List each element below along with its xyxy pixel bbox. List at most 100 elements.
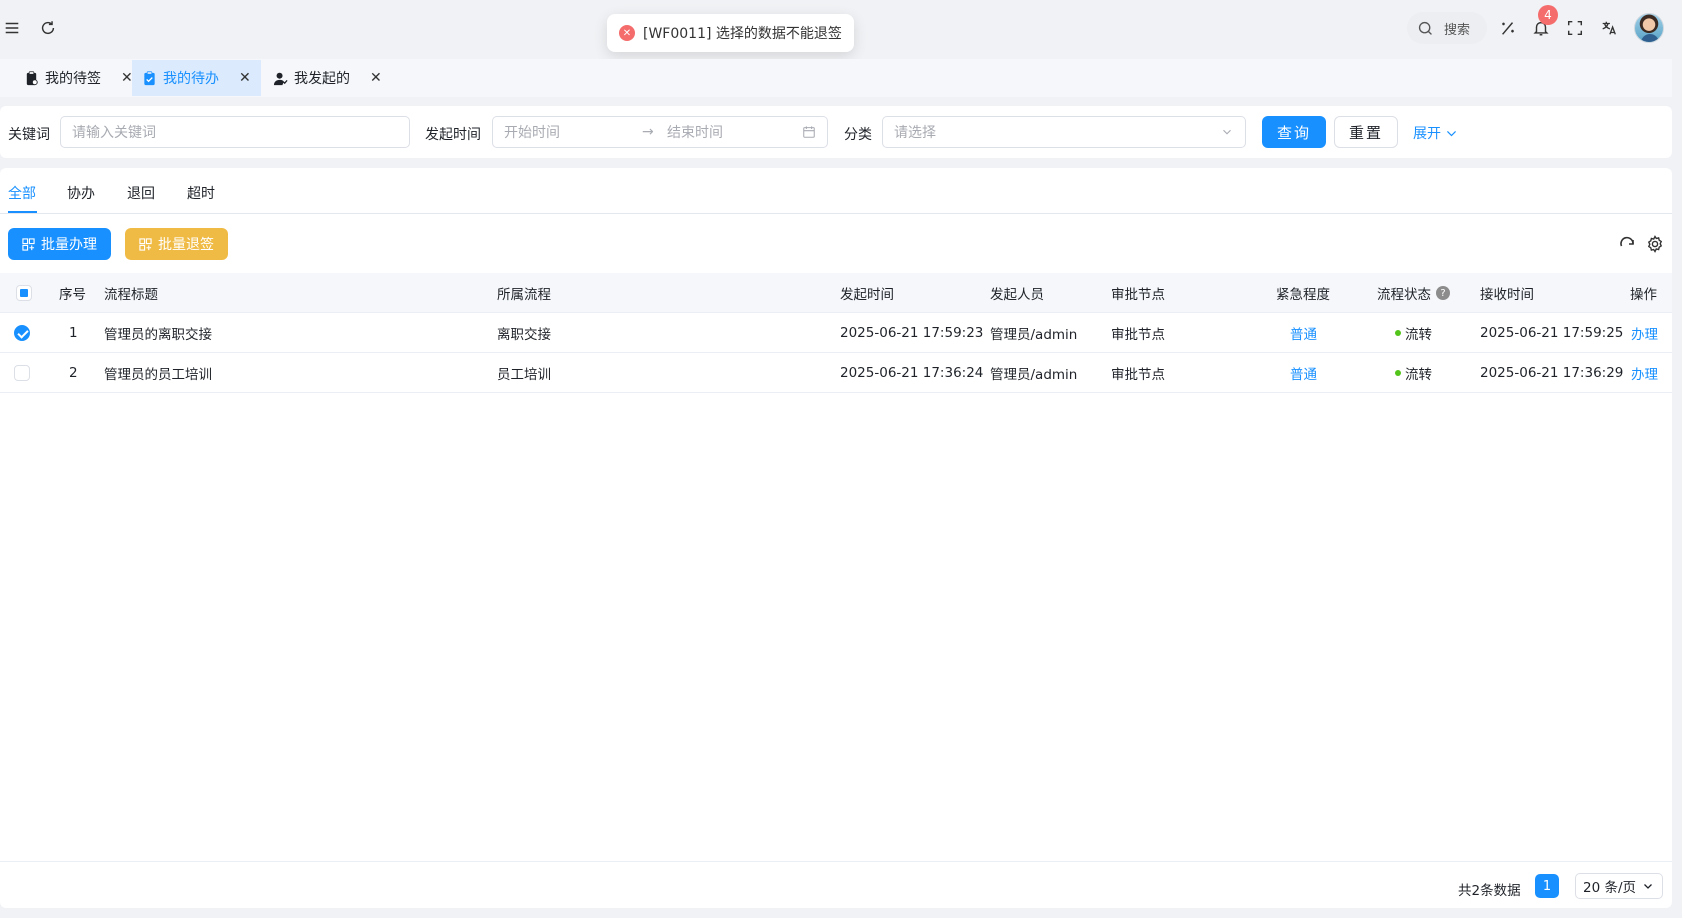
cell-urgency: 普通 (1290, 367, 1317, 383)
close-icon[interactable]: ✕ (370, 70, 382, 86)
cell-status: 流转 (1395, 313, 1432, 353)
pagination-total: 共2条数据 (1458, 883, 1521, 899)
tab-all[interactable]: 全部 (8, 183, 36, 203)
translate-icon[interactable] (1599, 18, 1619, 38)
col-received: 接收时间 (1480, 287, 1534, 303)
col-initiator: 发起人员 (990, 287, 1044, 303)
cell-status: 流转 (1395, 353, 1432, 393)
tab-label: 我的待签 (45, 71, 101, 87)
batch-return-label: 批量退签 (158, 237, 214, 253)
reset-button[interactable]: 重置 (1334, 116, 1398, 148)
col-urgency: 紧急程度 (1276, 287, 1330, 303)
user-avatar[interactable] (1634, 13, 1664, 43)
refresh-icon[interactable] (38, 18, 58, 38)
cell-index: 1 (69, 325, 78, 341)
page-size-label: 20 条/页 (1583, 880, 1637, 896)
status-tabs: 全部 协办 退回 超时 (0, 168, 1672, 214)
grid-icon (139, 237, 152, 251)
category-placeholder: 请选择 (894, 125, 936, 141)
todo-table: 序号 流程标题 所属流程 发起时间 发起人员 审批节点 紧急程度 流程状态 ? … (0, 273, 1672, 393)
cell-initiator: 管理员/admin (990, 367, 1078, 383)
close-icon[interactable]: ✕ (121, 70, 133, 86)
fullscreen-icon[interactable] (1565, 18, 1585, 38)
clipboard-check-icon (144, 70, 155, 85)
batch-handle-label: 批量办理 (41, 237, 97, 253)
reload-icon[interactable] (1618, 235, 1636, 253)
row-checkbox[interactable] (14, 365, 30, 381)
tab-overdue[interactable]: 超时 (187, 183, 215, 203)
cell-start-time: 2025-06-21 17:59:23 (840, 325, 984, 341)
main-card: 全部 协办 退回 超时 批量办理 批量退签 序号 流程标题 所属流程 发起时间 … (0, 168, 1672, 908)
col-status: 流程状态 ? (1377, 273, 1450, 313)
table-row: 1 管理员的离职交接 离职交接 2025-06-21 17:59:23 管理员/… (0, 313, 1672, 353)
col-operation: 操作 (1630, 287, 1657, 303)
col-status-label: 流程状态 (1377, 287, 1431, 303)
keyword-placeholder: 请输入关键词 (72, 125, 156, 141)
tab-label: 我发起的 (294, 71, 350, 87)
notification-badge: 4 (1538, 5, 1558, 25)
filter-bar: 关键词 请输入关键词 发起时间 开始时间 → 结束时间 分类 请选择 查询 重置… (0, 106, 1672, 158)
page-size-select[interactable]: 20 条/页 (1575, 873, 1663, 899)
cell-received: 2025-06-21 17:36:29 (1480, 365, 1624, 381)
row-select-cell (14, 313, 30, 353)
query-button-label: 查询 (1276, 123, 1311, 142)
col-start-time: 发起时间 (840, 287, 894, 303)
clipboard-icon (26, 70, 38, 85)
col-process: 所属流程 (497, 287, 551, 303)
tab-my-todo[interactable]: 我的待办 ✕ (132, 60, 261, 96)
status-dot (1395, 370, 1401, 376)
handle-link[interactable]: 办理 (1631, 353, 1658, 393)
table-row: 2 管理员的员工培训 员工培训 2025-06-21 17:36:24 管理员/… (0, 353, 1672, 393)
handle-link[interactable]: 办理 (1631, 313, 1658, 353)
tab-my-to-sign[interactable]: 我的待签 ✕ (14, 60, 143, 96)
col-title: 流程标题 (104, 287, 158, 303)
menu-icon[interactable] (2, 18, 22, 38)
close-circle-icon: ✕ (619, 25, 635, 41)
status-dot (1395, 330, 1401, 336)
page-number-button[interactable]: 1 (1535, 874, 1559, 898)
batch-handle-button[interactable]: 批量办理 (8, 228, 111, 260)
cell-received: 2025-06-21 17:59:25 (1480, 325, 1624, 341)
keyword-label: 关键词 (8, 127, 50, 143)
select-all-checkbox[interactable] (16, 285, 32, 301)
category-label: 分类 (844, 127, 872, 143)
expand-link-label: 展开 (1413, 126, 1441, 142)
range-separator: → (642, 124, 654, 140)
chevron-down-icon (1644, 884, 1652, 889)
magic-wand-icon[interactable] (1498, 18, 1518, 38)
toast-message: [WF0011] 选择的数据不能退签 (643, 26, 842, 42)
start-time-label: 发起时间 (425, 127, 481, 143)
batch-return-button[interactable]: 批量退签 (125, 228, 228, 260)
close-icon[interactable]: ✕ (239, 70, 251, 86)
grid-icon (22, 237, 35, 251)
header-search[interactable]: 搜索 (1407, 12, 1487, 44)
active-tab-indicator (8, 211, 37, 213)
settings-gear-icon[interactable] (1646, 235, 1664, 253)
col-index: 序号 (59, 287, 86, 303)
expand-link[interactable]: 展开 (1413, 123, 1458, 143)
tab-returned[interactable]: 退回 (127, 183, 155, 203)
tab-assist[interactable]: 协办 (67, 183, 95, 203)
select-all-cell (16, 273, 32, 313)
row-checkbox[interactable] (14, 325, 30, 341)
page-tabs-bar: 我的待签 ✕ 我的待办 ✕ 我发起的 ✕ (0, 59, 1672, 97)
status-text: 流转 (1405, 327, 1432, 343)
cell-node: 审批节点 (1111, 327, 1165, 343)
row-select-cell (14, 353, 30, 393)
search-icon (1418, 21, 1432, 35)
cell-urgency: 普通 (1290, 327, 1317, 343)
category-select[interactable]: 请选择 (882, 116, 1246, 148)
cell-title: 管理员的离职交接 (104, 327, 212, 343)
keyword-input[interactable]: 请输入关键词 (60, 116, 410, 148)
cell-index: 2 (69, 365, 78, 381)
chevron-down-icon (1223, 129, 1231, 135)
cell-process: 离职交接 (497, 327, 551, 343)
user-icon (273, 72, 288, 85)
date-range-picker[interactable]: 开始时间 → 结束时间 (492, 116, 828, 148)
end-date-placeholder: 结束时间 (667, 125, 723, 141)
help-icon[interactable]: ? (1436, 286, 1450, 300)
query-button[interactable]: 查询 (1262, 116, 1326, 148)
calendar-icon (803, 126, 815, 138)
search-label: 搜索 (1444, 22, 1471, 38)
tab-my-initiated[interactable]: 我发起的 ✕ (263, 60, 392, 96)
